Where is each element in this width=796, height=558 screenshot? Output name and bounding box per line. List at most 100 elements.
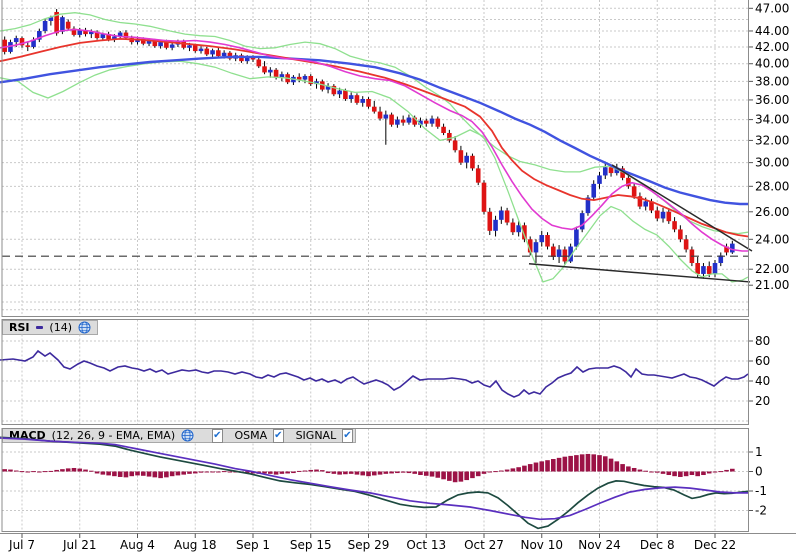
candle-body — [482, 183, 487, 212]
osma-histogram-bar — [539, 461, 544, 471]
candle-body — [141, 39, 146, 44]
globe-icon[interactable] — [78, 321, 91, 334]
osma-histogram-bar — [684, 472, 689, 477]
osma-histogram-bar — [268, 472, 273, 474]
candle-body — [412, 118, 417, 125]
axis-label: 34.00 — [755, 113, 789, 127]
candle-body — [453, 140, 458, 150]
osma-histogram-bar — [164, 472, 169, 478]
candle-body — [638, 196, 643, 206]
osma-histogram-bar — [118, 472, 123, 477]
candle-body — [661, 212, 666, 219]
macd-line-checkbox[interactable]: ✔ — [212, 429, 222, 443]
slow-ma-line — [0, 57, 748, 204]
osma-histogram-bar — [718, 471, 723, 472]
osma-histogram-bar — [280, 472, 285, 474]
date-axis-label: Jul 7 — [8, 538, 35, 552]
candle-body — [135, 39, 140, 42]
osma-histogram-bar — [187, 472, 192, 474]
osma-histogram-bar — [349, 472, 354, 474]
globe-icon[interactable] — [181, 429, 194, 442]
candle-body — [77, 30, 82, 35]
candle-body — [274, 70, 279, 78]
osma-histogram-bar — [707, 472, 712, 474]
osma-histogram-bar — [49, 471, 54, 472]
candle-body — [580, 213, 585, 229]
osma-histogram-bar — [568, 456, 573, 472]
axis-label: 47.00 — [755, 1, 789, 15]
osma-histogram-bar — [690, 472, 695, 476]
candle-body — [181, 41, 186, 48]
rsi-label: RSI — [9, 321, 30, 334]
osma-histogram-bar — [210, 472, 215, 473]
candle-body — [447, 133, 452, 140]
candle-body — [597, 175, 602, 183]
candle-body — [31, 40, 36, 47]
candle-body — [314, 81, 319, 84]
axis-label: 21.00 — [755, 278, 789, 292]
osma-checkbox[interactable]: ✔ — [273, 429, 283, 443]
candle-body — [60, 17, 65, 32]
osma-histogram-bar — [129, 472, 134, 477]
upper-band-line — [0, 13, 748, 234]
candle-body — [430, 119, 435, 124]
axis-label: -1 — [755, 484, 767, 498]
osma-histogram-bar — [591, 454, 596, 471]
candle-body — [349, 95, 354, 99]
candle-body — [441, 127, 446, 133]
rsi-line-sample — [36, 326, 44, 329]
candle-body — [101, 34, 106, 38]
candle-body — [505, 210, 510, 222]
candle-body — [690, 249, 695, 263]
candle-body — [320, 81, 325, 89]
candle-body — [730, 244, 735, 253]
osma-histogram-bar — [66, 468, 71, 471]
osma-histogram-bar — [239, 472, 244, 473]
osma-histogram-bar — [563, 457, 568, 472]
candle-body — [199, 49, 204, 51]
signal-line — [0, 438, 748, 519]
candle-body — [395, 120, 400, 125]
candle-body — [557, 249, 562, 256]
osma-histogram-bar — [72, 468, 77, 472]
osma-histogram-bar — [586, 454, 591, 472]
osma-histogram-bar — [77, 469, 82, 472]
osma-histogram-bar — [332, 472, 337, 474]
panel-border — [2, 0, 749, 317]
osma-histogram-bar — [638, 470, 643, 472]
rsi-line — [0, 351, 748, 397]
osma-histogram-bar — [436, 472, 441, 478]
candle-body — [118, 33, 123, 37]
osma-histogram-bar — [482, 472, 487, 474]
macd-line — [0, 437, 748, 528]
osma-histogram-bar — [557, 458, 562, 472]
macd-panel-header: MACD (12, 26, 9 - EMA, EMA) ✔ OSMA ✔ SIG… — [2, 428, 356, 443]
date-axis-label: Sep 29 — [348, 538, 390, 552]
signal-checkbox[interactable]: ✔ — [342, 429, 352, 443]
candle-body — [418, 121, 423, 125]
osma-histogram-bar — [464, 472, 469, 481]
osma-histogram-bar — [135, 472, 140, 476]
osma-histogram-bar — [124, 472, 129, 478]
axis-label: 22.00 — [755, 262, 789, 276]
osma-histogram-bar — [470, 472, 475, 479]
osma-histogram-bar — [181, 472, 186, 475]
osma-histogram-bar — [447, 472, 452, 481]
axis-label: 20 — [755, 394, 770, 408]
candle-body — [187, 45, 192, 47]
chart-canvas: 47.0044.0042.0040.0038.0036.0034.0032.00… — [0, 0, 796, 558]
osma-histogram-bar — [153, 472, 158, 478]
candle-body — [563, 249, 568, 261]
osma-histogram-bar — [493, 471, 498, 472]
candle-body — [372, 107, 377, 112]
osma-histogram-bar — [112, 472, 117, 477]
candle-body — [124, 33, 129, 39]
candle-body — [256, 59, 261, 66]
osma-histogram-bar — [60, 469, 65, 471]
candle-body — [591, 184, 596, 198]
candle-body — [609, 167, 614, 173]
osma-histogram-bar — [158, 472, 163, 479]
candle-body — [603, 167, 608, 175]
fast-ma-line — [0, 29, 748, 251]
candle-body — [20, 38, 25, 45]
